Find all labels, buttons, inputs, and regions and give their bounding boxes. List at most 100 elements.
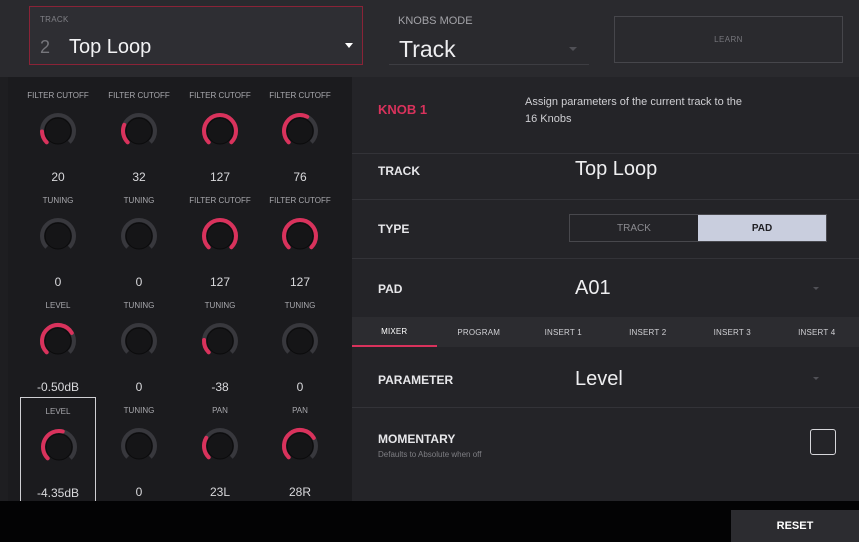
parameter-row-label: PARAMETER [378, 373, 454, 387]
track-selector[interactable]: TRACK 2 Top Loop [29, 6, 363, 65]
knob-grid: FILTER CUTOFF 20 FILTER CUTOFF 32 FILTER CUT… [8, 77, 352, 502]
knob-dial-icon[interactable] [200, 214, 240, 262]
knob-cell[interactable]: TUNING 0 [101, 187, 177, 292]
knob-value: 28R [288, 485, 311, 499]
momentary-checkbox[interactable] [810, 429, 836, 455]
pad-select-value[interactable]: A01 [575, 277, 611, 300]
knob-cell[interactable]: FILTER CUTOFF 127 [182, 82, 258, 187]
knob-cell[interactable]: PAN 28R [262, 397, 338, 502]
knob-cell[interactable]: FILTER CUTOFF 20 [20, 82, 96, 187]
knob-description: Assign parameters of the current track t… [525, 96, 743, 125]
knobs-screen: TRACK 2 Top Loop KNOBS MODE Track LEARN … [0, 0, 859, 542]
knob-dial-icon[interactable] [38, 214, 78, 262]
parameter-tabs: MIXER PROGRAM INSERT 1 INSERT 2 INSERT 3 INSE… [352, 317, 859, 347]
knob-dial-icon[interactable] [280, 424, 320, 472]
knob-label: LEVEL [45, 407, 71, 416]
knob-value: 23L [209, 485, 231, 499]
parameter-select-value[interactable]: Level [575, 368, 623, 391]
momentary-label: MOMENTARY [378, 432, 456, 446]
knob-label: TUNING [123, 406, 155, 415]
track-row-value: Top Loop [575, 158, 658, 180]
knob-value: 127 [209, 275, 231, 289]
knob-dial-icon[interactable] [280, 214, 320, 262]
header-bar: TRACK 2 Top Loop KNOBS MODE Track LEARN [0, 0, 859, 77]
dropdown-caret-icon [813, 377, 819, 380]
knob-value: 0 [54, 275, 62, 289]
knob-title: KNOB 1 [378, 102, 428, 117]
pad-row-label: PAD [378, 282, 403, 296]
tab-mixer[interactable]: MIXER [352, 317, 437, 347]
momentary-hint: Defaults to Absolute when off [378, 450, 482, 459]
knob-cell[interactable]: TUNING 0 [262, 292, 338, 397]
knob-cell[interactable]: PAN 23L [182, 397, 258, 502]
reset-button[interactable]: RESET [731, 510, 859, 542]
divider [352, 258, 859, 259]
tab-program[interactable]: PROGRAM [437, 317, 522, 347]
knob-detail-panel: KNOB 1 Assign parameters of the current … [352, 77, 859, 501]
divider [352, 199, 859, 200]
knob-dial-icon[interactable] [38, 109, 78, 157]
knob-value: -4.35dB [36, 486, 80, 500]
knobs-mode-label: KNOBS MODE [398, 15, 473, 27]
knob-cell[interactable]: TUNING 0 [101, 397, 177, 502]
knob-label: TUNING [123, 196, 155, 205]
knob-label: LEVEL [45, 301, 71, 310]
knob-label: PAN [292, 406, 308, 415]
divider [352, 153, 859, 154]
knob-value: -38 [211, 380, 229, 394]
knob-label: FILTER CUTOFF [27, 91, 89, 100]
knob-dial-icon[interactable] [119, 214, 159, 262]
knob-label: FILTER CUTOFF [269, 196, 331, 205]
track-name: Top Loop [69, 36, 152, 58]
knob-label: FILTER CUTOFF [189, 196, 251, 205]
knob-cell[interactable]: TUNING 0 [20, 187, 96, 292]
type-toggle[interactable]: TRACK PAD [569, 214, 827, 242]
knob-cell[interactable]: FILTER CUTOFF 127 [182, 187, 258, 292]
type-option-pad[interactable]: PAD [698, 215, 826, 241]
knob-cell[interactable]: FILTER CUTOFF 127 [262, 187, 338, 292]
knob-value: 76 [293, 170, 307, 184]
knob-dial-icon[interactable] [119, 424, 159, 472]
type-option-track[interactable]: TRACK [570, 215, 698, 241]
knob-dial-icon[interactable] [280, 109, 320, 157]
track-row-label: TRACK [378, 164, 420, 178]
knob-label: TUNING [204, 301, 236, 310]
knob-dial-icon[interactable] [119, 319, 159, 367]
tab-insert-1[interactable]: INSERT 1 [521, 317, 606, 347]
knob-value: 0 [296, 380, 304, 394]
knob-dial-icon[interactable] [200, 319, 240, 367]
learn-button[interactable]: LEARN [614, 16, 843, 63]
knob-cell[interactable]: FILTER CUTOFF 76 [262, 82, 338, 187]
knob-cell[interactable]: TUNING 0 [101, 292, 177, 397]
knob-cell[interactable]: TUNING -38 [182, 292, 258, 397]
knob-label: TUNING [284, 301, 316, 310]
knob-value: 32 [132, 170, 146, 184]
track-label: TRACK [40, 15, 69, 24]
knob-cell[interactable]: LEVEL -4.35dB [20, 397, 96, 502]
knobs-mode-value: Track [399, 36, 456, 62]
knob-label: PAN [212, 406, 228, 415]
knob-cell[interactable]: LEVEL -0.50dB [20, 292, 96, 397]
knob-dial-icon[interactable] [200, 424, 240, 472]
knob-label: FILTER CUTOFF [269, 91, 331, 100]
tab-insert-4[interactable]: INSERT 4 [775, 317, 859, 347]
knob-value: 127 [209, 170, 231, 184]
knob-value: 0 [135, 485, 143, 499]
knob-dial-icon[interactable] [38, 319, 78, 367]
tab-insert-3[interactable]: INSERT 3 [690, 317, 775, 347]
track-number: 2 [40, 37, 51, 57]
knob-dial-icon[interactable] [200, 109, 240, 157]
knob-dial-icon[interactable] [119, 109, 159, 157]
knob-label: FILTER CUTOFF [189, 91, 251, 100]
tab-insert-2[interactable]: INSERT 2 [606, 317, 691, 347]
dropdown-caret-icon [569, 47, 577, 51]
knob-value: -0.50dB [36, 380, 80, 394]
knob-value: 20 [51, 170, 65, 184]
knob-value: 127 [289, 275, 311, 289]
knob-cell[interactable]: FILTER CUTOFF 32 [101, 82, 177, 187]
knob-dial-icon[interactable] [280, 319, 320, 367]
knobs-mode-selector[interactable]: KNOBS MODE Track [389, 6, 589, 65]
knob-dial-icon[interactable] [39, 425, 79, 473]
type-row-label: TYPE [378, 222, 410, 236]
knob-label: TUNING [42, 196, 74, 205]
